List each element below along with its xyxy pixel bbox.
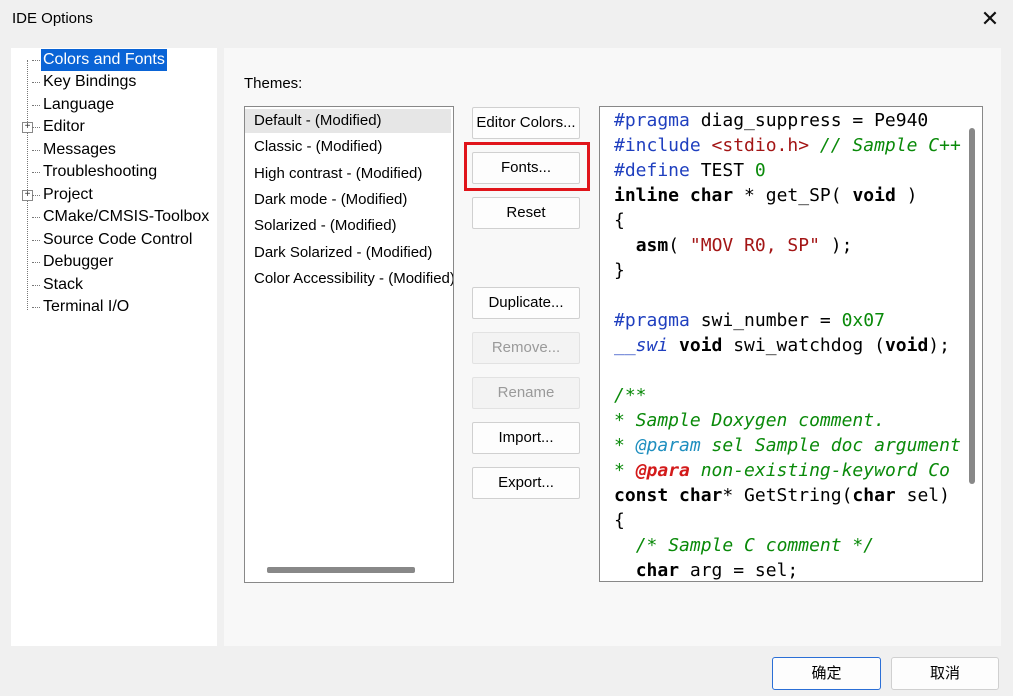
- close-icon[interactable]: ✕: [977, 6, 1003, 32]
- theme-item-color-accessibility[interactable]: Color Accessibility - (Modified): [245, 267, 453, 291]
- code-line: #include <stdio.h> // Sample C++: [614, 135, 961, 156]
- tree-item-label: Debugger: [43, 253, 114, 270]
- duplicate-button[interactable]: Duplicate...: [472, 287, 580, 319]
- import-button[interactable]: Import...: [472, 422, 580, 454]
- code-line: {: [614, 510, 625, 531]
- code-line: __swi void swi_watchdog (void);: [614, 335, 950, 356]
- theme-item-classic[interactable]: Classic - (Modified): [245, 135, 451, 159]
- code-line: asm( "MOV R0, SP" );: [635, 235, 853, 256]
- export-button[interactable]: Export...: [472, 467, 580, 499]
- ok-button[interactable]: 确定: [772, 657, 881, 690]
- horizontal-scrollbar[interactable]: [267, 567, 415, 573]
- theme-item-high-contrast[interactable]: High contrast - (Modified): [245, 162, 451, 186]
- rename-button[interactable]: Rename: [472, 377, 580, 409]
- code-preview: #pragma diag_suppress = Pe940 #include <…: [599, 106, 983, 582]
- theme-item-dark-solarized[interactable]: Dark Solarized - (Modified): [245, 241, 451, 265]
- code-line: * Sample Doxygen comment.: [614, 410, 885, 431]
- tree-item-label: Colors and Fonts: [41, 49, 167, 71]
- title-bar: IDE Options ✕: [0, 0, 1013, 38]
- tree-item-label: Editor: [43, 118, 85, 135]
- tree-item-label: Messages: [43, 141, 116, 158]
- code-line: #pragma swi_number = 0x07: [614, 310, 885, 331]
- tree-item-label: Source Code Control: [43, 231, 193, 248]
- tree-item-label: Key Bindings: [43, 73, 137, 90]
- code-line: * @para non-existing-keyword Co: [614, 460, 950, 481]
- tree-item-label: Project: [43, 186, 93, 203]
- code-line: #pragma diag_suppress = Pe940: [614, 110, 929, 131]
- options-tree[interactable]: Colors and Fonts Key Bindings Language +…: [11, 48, 217, 646]
- code-line: /**: [614, 385, 647, 406]
- code-line: char arg = sel;: [635, 560, 799, 581]
- reset-button[interactable]: Reset: [472, 197, 580, 229]
- editor-colors-button[interactable]: Editor Colors...: [472, 107, 580, 139]
- fonts-highlight-box: [464, 142, 590, 191]
- remove-button[interactable]: Remove...: [472, 332, 580, 364]
- themes-list[interactable]: Default - (Modified) Classic - (Modified…: [244, 106, 454, 583]
- tree-item-label: Language: [43, 96, 115, 113]
- code-line: /* Sample C comment */: [635, 535, 875, 556]
- theme-item-default[interactable]: Default - (Modified): [245, 109, 451, 133]
- tree-line: [27, 60, 28, 310]
- code-line: * @param sel Sample doc argument: [614, 435, 961, 456]
- code-line: {: [614, 210, 625, 231]
- theme-item-dark-mode[interactable]: Dark mode - (Modified): [245, 188, 451, 212]
- theme-item-solarized[interactable]: Solarized - (Modified): [245, 214, 451, 238]
- tree-item-label: Troubleshooting: [43, 163, 158, 180]
- code-line: const char* GetString(char sel): [614, 485, 950, 506]
- cancel-button[interactable]: 取消: [891, 657, 999, 690]
- code-line: inline char * get_SP( void ): [614, 185, 918, 206]
- window-title: IDE Options: [12, 10, 93, 27]
- code-line: #define TEST 0: [614, 160, 766, 181]
- tree-item-label: CMake/CMSIS-Toolbox: [43, 208, 210, 225]
- tree-item-label: Stack: [43, 276, 84, 293]
- code-line: }: [614, 260, 625, 281]
- themes-label: Themes:: [244, 75, 303, 92]
- vertical-scrollbar[interactable]: [969, 128, 975, 484]
- tree-item-label: Terminal I/O: [43, 298, 130, 315]
